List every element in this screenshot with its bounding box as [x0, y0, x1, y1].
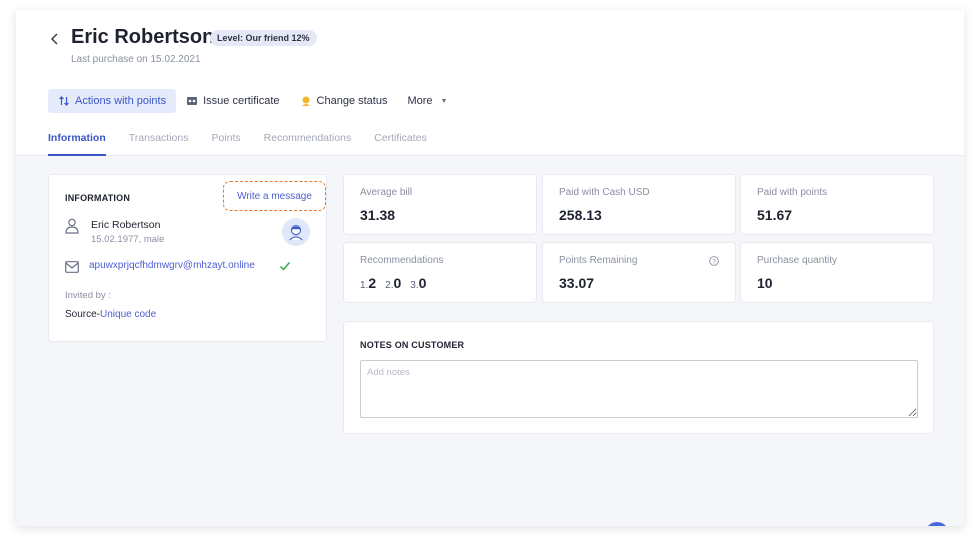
change-status-button[interactable]: Change status — [290, 89, 398, 113]
write-message-button[interactable]: Write a message — [223, 181, 326, 211]
stat-average-bill: Average bill 31.38 — [343, 174, 537, 235]
caret-down-icon: ▼ — [440, 97, 448, 105]
stat-value: 31.38 — [360, 207, 396, 223]
customer-email-link[interactable]: apuwxprjqcfhdmwgrv@mhzayt.online — [89, 260, 255, 271]
chevron-left-icon — [50, 33, 58, 45]
notes-textarea[interactable] — [360, 360, 918, 418]
rec-level-key: 2. — [385, 280, 394, 291]
male-avatar-icon — [289, 225, 303, 241]
more-dropdown[interactable]: More ▼ — [397, 89, 457, 113]
verified-check-icon — [279, 262, 291, 271]
avatar — [282, 218, 310, 246]
chat-button[interactable] — [925, 522, 949, 526]
stat-points-remaining: Points Remaining ? 33.07 — [542, 242, 736, 303]
stat-label: Purchase quantity — [757, 255, 838, 266]
help-icon[interactable]: ? — [709, 256, 719, 266]
stat-paid-cash: Paid with Cash USD 258.13 — [542, 174, 736, 235]
certificate-icon — [186, 95, 198, 107]
tab-recommendations[interactable]: Recommendations — [264, 128, 352, 156]
customer-full-name: Eric Robertson — [91, 219, 161, 231]
stat-purchase-quantity: Purchase quantity 10 — [740, 242, 934, 303]
source-prefix: Source- — [65, 309, 101, 320]
stat-value: 258.13 — [559, 207, 602, 223]
stat-value: 33.07 — [559, 275, 595, 291]
stat-label: Paid with Cash USD — [559, 187, 650, 198]
rec-level-value: 0 — [393, 275, 402, 291]
tab-bar: Information Transactions Points Recommen… — [48, 128, 450, 156]
customer-name: Eric Robertson — [71, 26, 215, 48]
actions-with-points-button[interactable]: Actions with points — [48, 89, 177, 113]
action-toolbar: Actions with points Issue certificate Ch… — [48, 89, 457, 113]
person-icon — [65, 218, 79, 234]
back-button[interactable] — [48, 30, 62, 48]
stat-label: Points Remaining — [559, 255, 638, 266]
rec-level-key: 1. — [360, 280, 369, 291]
stat-label: Recommendations — [360, 255, 444, 266]
source-line: Source-Unique code — [65, 309, 156, 320]
issue-certificate-button[interactable]: Issue certificate — [176, 89, 289, 113]
recommendation-levels: 1. 2 2. 0 3. 0 — [360, 275, 435, 291]
change-status-label: Change status — [316, 95, 388, 107]
last-purchase: Last purchase on 15.02.2021 — [71, 54, 201, 65]
tab-transactions[interactable]: Transactions — [129, 128, 189, 156]
information-title: INFORMATION — [65, 193, 131, 203]
notes-title: NOTES ON CUSTOMER — [360, 340, 465, 350]
customer-page: Eric Robertson Level: Our friend 12% Las… — [16, 10, 964, 526]
rec-level-value: 2 — [368, 275, 377, 291]
sort-arrows-icon — [58, 95, 70, 107]
stat-value: 51.67 — [757, 207, 793, 223]
more-label: More — [407, 95, 433, 107]
actions-with-points-label: Actions with points — [75, 95, 167, 107]
invited-by-label: Invited by : — [65, 290, 111, 301]
tab-information[interactable]: Information — [48, 128, 106, 156]
information-card: INFORMATION Write a message Eric Roberts… — [48, 174, 327, 342]
status-icon — [300, 95, 312, 107]
svg-text:?: ? — [712, 258, 716, 265]
issue-certificate-label: Issue certificate — [203, 95, 280, 107]
unique-code-link[interactable]: Unique code — [100, 309, 156, 320]
notes-card: NOTES ON CUSTOMER — [343, 321, 934, 434]
customer-dob-gender: 15.02.1977, male — [91, 234, 165, 245]
stat-recommendations: Recommendations 1. 2 2. 0 3. 0 — [343, 242, 537, 303]
tab-certificates[interactable]: Certificates — [374, 128, 427, 156]
stat-label: Paid with points — [757, 187, 828, 198]
stat-value: 10 — [757, 275, 773, 291]
customer-header: Eric Robertson Level: Our friend 12% Las… — [16, 10, 964, 156]
rec-level-key: 3. — [410, 280, 419, 291]
mail-icon — [65, 261, 79, 273]
tab-points[interactable]: Points — [211, 128, 240, 156]
stat-label: Average bill — [360, 187, 413, 198]
stat-paid-points: Paid with points 51.67 — [740, 174, 934, 235]
level-badge: Level: Our friend 12% — [210, 30, 317, 46]
rec-level-value: 0 — [418, 275, 427, 291]
